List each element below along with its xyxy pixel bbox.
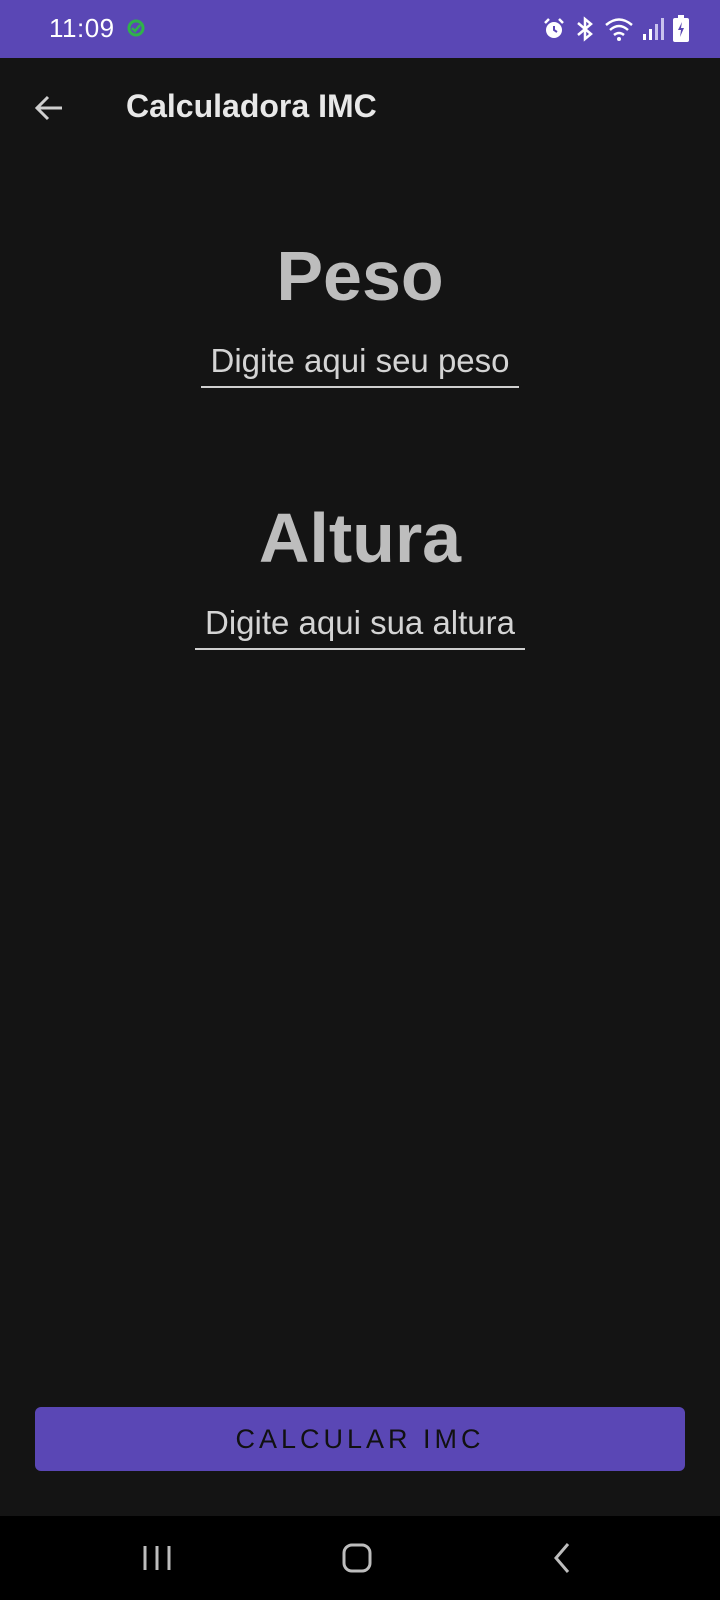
height-title: Altura (258, 499, 462, 577)
page-title: Calculadora IMC (126, 88, 377, 124)
alarm-icon (544, 18, 564, 38)
status-icons (542, 14, 690, 44)
bluetooth-icon (577, 16, 593, 42)
status-time: 11:09 (49, 13, 115, 43)
back-arrow-icon[interactable] (30, 88, 70, 128)
status-bar: 11:09 (0, 0, 720, 58)
weight-title: Peso (276, 237, 444, 315)
navigation-bar (0, 1516, 720, 1600)
wifi-icon (605, 18, 633, 41)
calculate-button[interactable]: CALCULAR IMC (35, 1407, 685, 1471)
back-icon[interactable] (546, 1538, 580, 1578)
battery-icon (673, 15, 689, 42)
sync-icon (127, 19, 145, 37)
recents-icon[interactable] (140, 1538, 174, 1578)
height-input[interactable] (195, 598, 525, 650)
signal-icon (643, 18, 664, 40)
weight-input[interactable] (201, 336, 519, 388)
home-icon[interactable] (340, 1538, 374, 1578)
app-bar: Calculadora IMC (0, 58, 720, 158)
